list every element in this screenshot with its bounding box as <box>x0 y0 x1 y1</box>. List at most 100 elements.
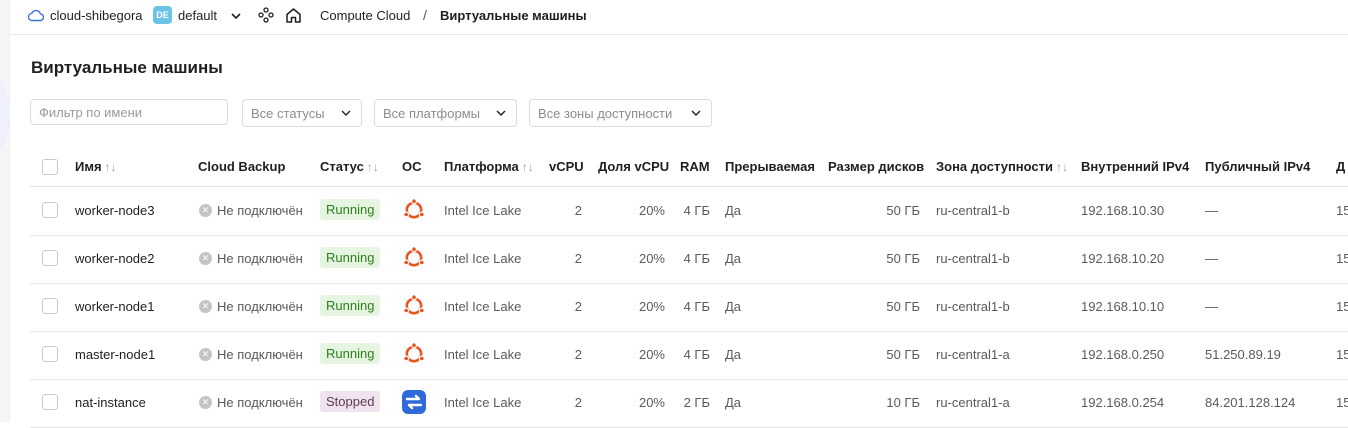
zone-cell: ru-central1-a <box>936 347 1010 362</box>
preemptible-cell: Да <box>725 251 742 266</box>
col-preemptible: Прерываемая <box>725 159 815 174</box>
chevron-down-icon <box>341 110 351 116</box>
platform-select[interactable]: Все платформы <box>374 99 517 127</box>
vcpu-cell: 2 <box>574 251 582 266</box>
zone-cell: ru-central1-a <box>936 395 1010 410</box>
vm-name-link[interactable]: worker-node1 <box>75 299 155 314</box>
row-checkbox[interactable] <box>42 346 58 362</box>
sort-icon[interactable]: ↑↓ <box>522 160 534 174</box>
sort-icon[interactable]: ↑↓ <box>105 160 117 174</box>
nat-instance-icon <box>402 390 426 414</box>
preemptible-cell: Да <box>725 203 742 218</box>
cloud-icon <box>27 9 44 22</box>
chevron-down-icon[interactable] <box>230 10 242 22</box>
platform-select-value: Все платформы <box>383 105 480 121</box>
table-row[interactable]: nat-instance ✕ Не подключён Stopped Intel Ic… <box>30 379 1348 428</box>
sort-icon[interactable]: ↑↓ <box>1056 160 1068 174</box>
vm-name-link[interactable]: nat-instance <box>75 395 146 410</box>
status-badge: Running <box>320 295 381 316</box>
disk-cell: 50 ГБ <box>886 347 920 362</box>
not-connected-icon: ✕ <box>199 204 212 217</box>
col-truncated: Д <box>1336 159 1346 174</box>
row-checkbox[interactable] <box>42 202 58 218</box>
table-row[interactable]: worker-node2 ✕ Не подключён Running Intel Ic… <box>30 235 1348 284</box>
zone-cell: ru-central1-b <box>936 299 1010 314</box>
services-icon[interactable] <box>258 7 274 23</box>
platform-cell: Intel Ice Lake <box>444 251 522 266</box>
vm-name-link[interactable]: worker-node3 <box>75 203 155 218</box>
col-status[interactable]: Статус ↑↓ <box>320 159 379 174</box>
ipv4-internal-cell: 192.168.0.250 <box>1081 347 1165 362</box>
ipv4-public-cell: — <box>1205 251 1218 266</box>
disk-cell: 50 ГБ <box>886 203 920 218</box>
vcpu-share-cell: 20% <box>638 251 665 266</box>
folder-name[interactable]: default <box>178 8 217 23</box>
ubuntu-icon <box>402 294 426 318</box>
ipv4-internal-cell: 192.168.10.20 <box>1081 251 1165 266</box>
page-title: Виртуальные машины <box>31 58 223 77</box>
col-vcpu-share: Доля vCPU <box>598 159 670 174</box>
left-rail <box>0 0 10 422</box>
breadcrumb-compute-cloud[interactable]: Compute Cloud <box>320 8 410 23</box>
table-header: Имя ↑↓ Cloud Backup Статус ↑↓ ОС Платформа… <box>30 148 1348 187</box>
zone-select[interactable]: Все зоны доступности <box>529 99 712 127</box>
sort-icon[interactable]: ↑↓ <box>367 160 379 174</box>
ipv4-internal-cell: 192.168.10.30 <box>1081 203 1165 218</box>
ram-cell: 4 ГБ <box>683 347 710 362</box>
backup-label: Не подключён <box>217 251 303 266</box>
ram-cell: 2 ГБ <box>683 395 710 410</box>
col-platform[interactable]: Платформа ↑↓ <box>444 159 534 174</box>
status-select[interactable]: Все статусы <box>242 99 362 127</box>
zone-select-value: Все зоны доступности <box>538 105 673 121</box>
disk-cell: 50 ГБ <box>886 251 920 266</box>
row-checkbox[interactable] <box>42 298 58 314</box>
home-icon[interactable] <box>285 7 302 23</box>
backup-label: Не подключён <box>217 203 303 218</box>
col-os: ОС <box>402 159 422 174</box>
col-zone[interactable]: Зона доступности ↑↓ <box>936 159 1068 174</box>
row-checkbox[interactable] <box>42 250 58 266</box>
backup-label: Не подключён <box>217 299 303 314</box>
ram-cell: 4 ГБ <box>683 203 710 218</box>
vcpu-cell: 2 <box>574 395 582 410</box>
col-ipv4-public: Публичный IPv4 <box>1205 159 1311 174</box>
backup-status: ✕ Не подключён <box>199 251 303 266</box>
status-badge: Running <box>320 343 381 364</box>
breadcrumb-separator: / <box>423 7 427 23</box>
ubuntu-icon <box>402 198 426 222</box>
cloud-name[interactable]: cloud-shibegora <box>50 8 143 23</box>
zone-cell: ru-central1-b <box>936 203 1010 218</box>
col-backup: Cloud Backup <box>198 159 286 174</box>
platform-cell: Intel Ice Lake <box>444 299 522 314</box>
preemptible-cell: Да <box>725 299 742 314</box>
col-name[interactable]: Имя ↑↓ <box>75 159 117 174</box>
preemptible-cell: Да <box>725 347 742 362</box>
table-row[interactable]: worker-node1 ✕ Не подключён Running Intel Ic… <box>30 283 1348 332</box>
row-checkbox[interactable] <box>42 394 58 410</box>
ipv4-public-cell: — <box>1205 203 1218 218</box>
ipv4-public-cell: — <box>1205 299 1218 314</box>
ipv4-public-cell: 84.201.128.124 <box>1205 395 1296 410</box>
backup-label: Не подключён <box>217 395 303 410</box>
vm-name-link[interactable]: worker-node2 <box>75 251 155 266</box>
ubuntu-icon <box>402 246 426 270</box>
table-row[interactable]: master-node1 ✕ Не подключён Running Intel Ic… <box>30 331 1348 380</box>
backup-label: Не подключён <box>217 347 303 362</box>
not-connected-icon: ✕ <box>199 396 212 409</box>
name-filter-input[interactable] <box>30 99 228 125</box>
folder-badge: DE <box>153 6 172 24</box>
truncated-cell: 15 <box>1336 203 1348 218</box>
status-badge: Running <box>320 247 381 268</box>
vm-name-link[interactable]: master-node1 <box>75 347 155 362</box>
disk-cell: 10 ГБ <box>886 395 920 410</box>
table-row[interactable]: worker-node3 ✕ Не подключён Running Intel Ic… <box>30 187 1348 236</box>
vcpu-cell: 2 <box>574 299 582 314</box>
ipv4-public-cell: 51.250.89.19 <box>1205 347 1281 362</box>
status-select-value: Все статусы <box>251 105 325 121</box>
ipv4-internal-cell: 192.168.0.254 <box>1081 395 1165 410</box>
col-ipv4-internal: Внутренний IPv4 <box>1081 159 1190 174</box>
col-vcpu: vCPU <box>549 159 584 174</box>
col-name-label: Имя <box>75 159 102 174</box>
select-all-checkbox[interactable] <box>42 159 58 175</box>
rail-decoration <box>0 70 10 160</box>
